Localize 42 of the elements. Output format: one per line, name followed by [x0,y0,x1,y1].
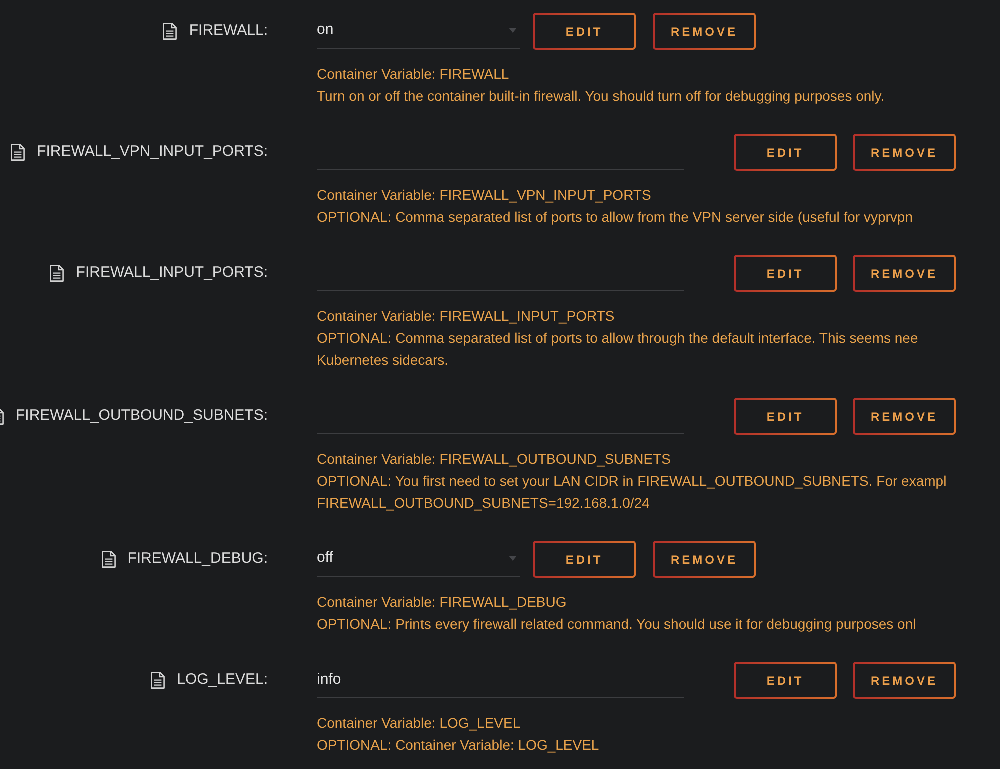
help-text: OPTIONAL: Comma separated list of ports to allow through the default interface. This seems nee [317,329,918,348]
document-icon [11,144,26,161]
document-icon [50,265,64,282]
help-text: OPTIONAL: Container Variable: LOG_LEVEL [317,736,600,755]
remove-button[interactable]: REMOVE [853,398,956,435]
remove-button[interactable]: REMOVE [853,662,956,699]
variable-label: FIREWALL_VPN_INPUT_PORTS: [37,142,268,162]
input-field[interactable]: info [317,662,684,698]
help-text: Kubernetes sidecars. [317,351,449,370]
remove-button[interactable]: REMOVE [853,255,956,292]
edit-button[interactable]: EDIT [533,541,636,578]
help-text: OPTIONAL: You first need to set your LAN CIDR in FIREWALL_OUTBOUND_SUBNETS. For exampl [317,472,947,491]
dropdown-field[interactable]: on [317,13,520,49]
help-text: Container Variable: LOG_LEVEL [317,714,521,733]
variable-label: FIREWALL: [189,21,268,42]
help-text: FIREWALL_OUTBOUND_SUBNETS=192.168.1.0/24 [317,494,650,513]
help-text: Container Variable: FIREWALL_VPN_INPUT_PORTS [317,186,652,205]
help-text: Container Variable: FIREWALL_INPUT_PORTS [317,307,615,326]
remove-button[interactable]: REMOVE [853,134,956,171]
help-text: Container Variable: FIREWALL_OUTBOUND_SUBNETS [317,450,671,469]
help-text: OPTIONAL: Comma separated list of ports to allow from the VPN server side (useful for vyprvpn [317,208,913,227]
help-text: OPTIONAL: Prints every firewall related command. You should use it for debugging purposes onl [317,615,916,634]
edit-button[interactable]: EDIT [533,13,636,50]
dropdown-field[interactable]: off [317,541,520,577]
caret-icon [509,556,517,561]
document-icon [102,551,116,568]
edit-button[interactable]: EDIT [734,255,837,292]
help-text: Turn on or off the container built-in firewall. You should turn off for debugging purposes only. [317,87,885,106]
variable-label: FIREWALL_INPUT_PORTS: [76,263,268,284]
remove-button[interactable]: REMOVE [653,13,756,50]
variable-label: FIREWALL_DEBUG: [128,549,268,570]
document-icon [151,672,166,689]
caret-icon [509,28,517,33]
edit-button[interactable]: EDIT [734,134,837,171]
variable-label: FIREWALL_OUTBOUND_SUBNETS: [16,406,268,426]
document-icon [163,23,178,40]
edit-button[interactable]: EDIT [734,662,837,699]
edit-button[interactable]: EDIT [734,398,837,435]
variable-label: LOG_LEVEL: [177,670,268,690]
help-text: Container Variable: FIREWALL_DEBUG [317,593,567,612]
help-text: Container Variable: FIREWALL [317,65,510,84]
remove-button[interactable]: REMOVE [653,541,756,578]
